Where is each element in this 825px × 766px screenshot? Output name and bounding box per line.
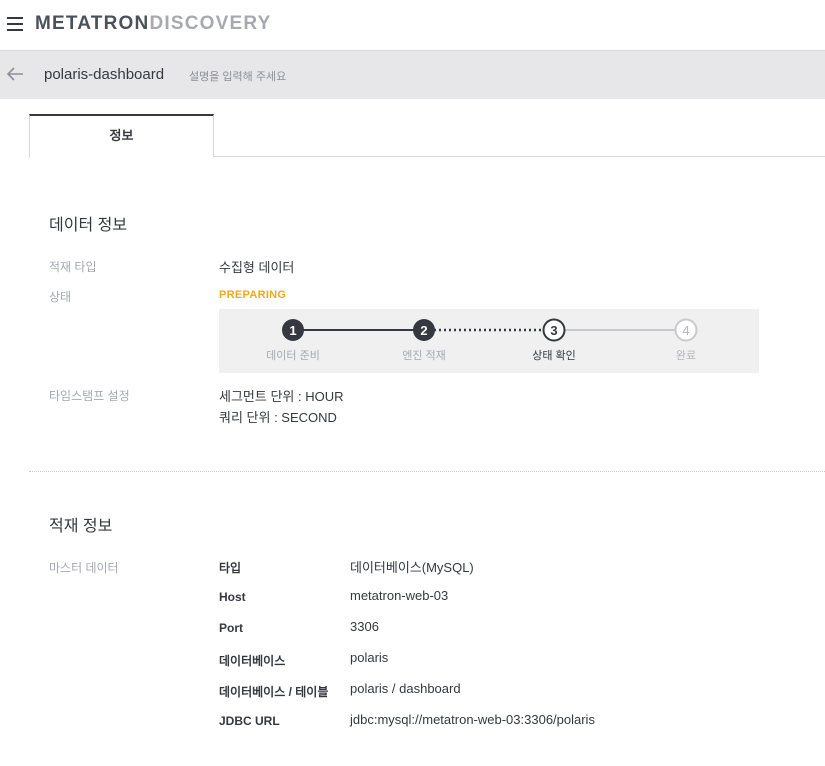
- step-4-marker: 4: [674, 318, 698, 342]
- tab-bar: 정보: [29, 114, 825, 158]
- detail-value-database: polaris: [350, 650, 389, 665]
- arrow-left-icon[interactable]: [5, 64, 25, 84]
- detail-key-host: Host: [219, 590, 246, 604]
- steps-graphic: 1 2 3 4: [282, 318, 698, 342]
- ingest-type-label: 적재 타입: [49, 260, 97, 274]
- master-data-label: 마스터 데이터: [49, 561, 119, 575]
- detail-key-type: 타입: [219, 561, 242, 575]
- detail-value-type: 데이터베이스(MySQL): [350, 560, 474, 575]
- section-divider: [29, 471, 825, 472]
- step-1-label: 데이터 준비: [266, 350, 320, 362]
- detail-value-port: 3306: [350, 619, 379, 634]
- ingestion-progress-steps: 1 2 3 4 데이터 준비 엔진 적재 상태 확인 완료: [219, 309, 759, 373]
- timestamp-label: 타임스탬프 설정: [49, 389, 130, 403]
- step-3-marker: 3: [542, 318, 566, 342]
- top-bar: METATRONDISCOVERY: [0, 0, 825, 51]
- ingest-type-value: 수집형 데이터: [219, 260, 295, 275]
- svg-text:2: 2: [420, 323, 427, 338]
- step-2-label: 엔진 적재: [402, 350, 446, 362]
- brand-part1: METATRON: [35, 13, 150, 34]
- status-badge: PREPARING: [219, 289, 287, 301]
- brand-part2: DISCOVERY: [149, 13, 272, 34]
- svg-text:1: 1: [289, 323, 296, 338]
- detail-key-database: 데이터베이스: [219, 654, 286, 668]
- data-info-title: 데이터 정보: [49, 217, 128, 234]
- step-3-label: 상태 확인: [532, 350, 576, 362]
- step-4-label: 완료: [675, 350, 697, 362]
- detail-key-port: Port: [219, 621, 243, 635]
- ingest-info-title: 적재 정보: [49, 518, 113, 535]
- detail-value-host: metatron-web-03: [350, 588, 449, 603]
- tab-info[interactable]: 정보: [29, 114, 214, 158]
- segment-unit: 세그먼트 단위 : HOUR: [219, 389, 344, 404]
- brand-logo[interactable]: METATRONDISCOVERY: [35, 13, 271, 35]
- datasource-name[interactable]: polaris-dashboard: [44, 66, 164, 83]
- step-1-marker: 1: [282, 319, 304, 341]
- detail-value-jdbc-url: jdbc:mysql://metatron-web-03:3306/polari…: [350, 712, 595, 727]
- detail-key-database-table: 데이터베이스 / 테이블: [219, 685, 329, 699]
- detail-value-database-table: polaris / dashboard: [350, 681, 461, 696]
- svg-text:4: 4: [682, 323, 689, 338]
- hamburger-menu-icon[interactable]: [7, 17, 23, 31]
- step-2-marker: 2: [413, 319, 435, 341]
- status-label: 상태: [49, 290, 72, 304]
- detail-key-jdbc-url: JDBC URL: [219, 714, 280, 728]
- svg-text:3: 3: [550, 323, 557, 338]
- description-input[interactable]: 설명을 입력해 주세요: [189, 68, 286, 84]
- query-unit: 쿼리 단위 : SECOND: [219, 410, 337, 425]
- datasource-header: polaris-dashboard 설명을 입력해 주세요: [0, 51, 825, 99]
